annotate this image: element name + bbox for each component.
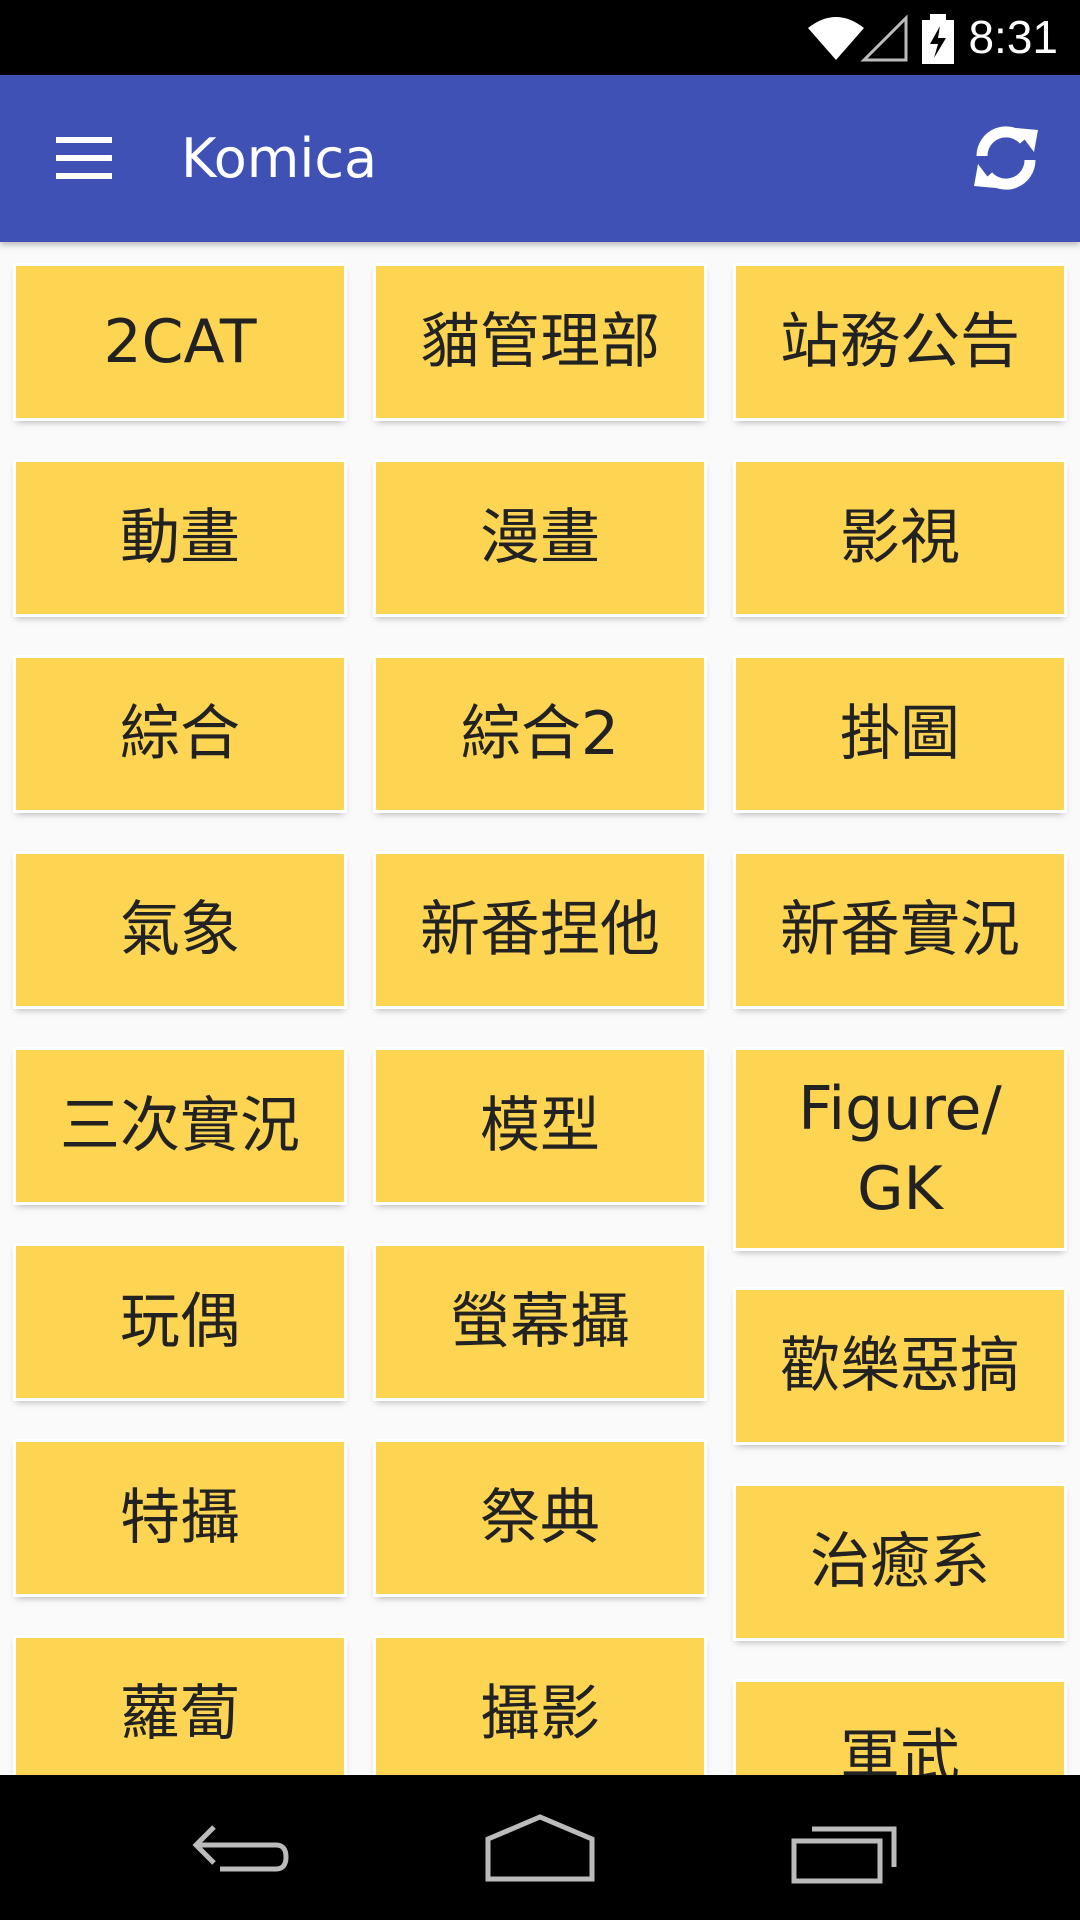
board-robot[interactable]: 蘿蔔	[16, 1638, 344, 1775]
back-button[interactable]	[180, 1805, 300, 1895]
refresh-icon	[974, 126, 1038, 190]
board-manga[interactable]: 漫畫	[376, 462, 704, 614]
board-general-2[interactable]: 綜合2	[376, 658, 704, 810]
signal-icon	[860, 14, 908, 62]
battery-charging-icon	[922, 14, 954, 64]
board-fun-parody[interactable]: 歡樂惡搞	[736, 1290, 1064, 1442]
wifi-icon	[808, 17, 864, 60]
board-anime[interactable]: 動畫	[16, 462, 344, 614]
status-bar: 8:31	[0, 0, 1080, 75]
board-film-tv[interactable]: 影視	[736, 462, 1064, 614]
status-time: 8:31	[968, 11, 1058, 63]
board-general[interactable]: 綜合	[16, 658, 344, 810]
board-military[interactable]: 軍武	[736, 1682, 1064, 1775]
board-announcements[interactable]: 站務公告	[736, 266, 1064, 418]
board-new-anime-live[interactable]: 新番實況	[736, 854, 1064, 1006]
board-photography[interactable]: 攝影	[376, 1638, 704, 1775]
board-new-anime-spoiler[interactable]: 新番捏他	[376, 854, 704, 1006]
home-icon	[485, 1814, 595, 1882]
status-icons	[808, 14, 954, 64]
board-screenshots[interactable]: 螢幕攝	[376, 1246, 704, 1398]
board-dolls[interactable]: 玩偶	[16, 1246, 344, 1398]
board-tokusatsu[interactable]: 特攝	[16, 1442, 344, 1594]
refresh-button[interactable]	[968, 120, 1044, 196]
recents-icon	[791, 1826, 897, 1884]
board-festival[interactable]: 祭典	[376, 1442, 704, 1594]
board-2cat[interactable]: 2CAT	[16, 266, 344, 418]
board-healing[interactable]: 治癒系	[736, 1486, 1064, 1638]
board-figure-gk[interactable]: Figure/ GK	[736, 1050, 1064, 1248]
board-models[interactable]: 模型	[376, 1050, 704, 1202]
back-icon	[192, 1825, 289, 1872]
app-title: Komica	[181, 127, 378, 190]
board-wallpapers[interactable]: 掛圖	[736, 658, 1064, 810]
app-bar: Komica	[0, 75, 1080, 242]
menu-button[interactable]	[42, 125, 126, 191]
board-3d-live[interactable]: 三次實況	[16, 1050, 344, 1202]
nav-bar	[0, 1775, 1080, 1920]
recents-button[interactable]	[782, 1805, 906, 1895]
board-cat-admin[interactable]: 貓管理部	[376, 266, 704, 418]
board-grid: 2CAT 動畫 綜合 氣象 三次實況 玩偶 特攝 蘿蔔 貓管理部 漫畫 綜合2 …	[0, 242, 1080, 1775]
board-weather[interactable]: 氣象	[16, 854, 344, 1006]
home-button[interactable]	[478, 1805, 602, 1895]
